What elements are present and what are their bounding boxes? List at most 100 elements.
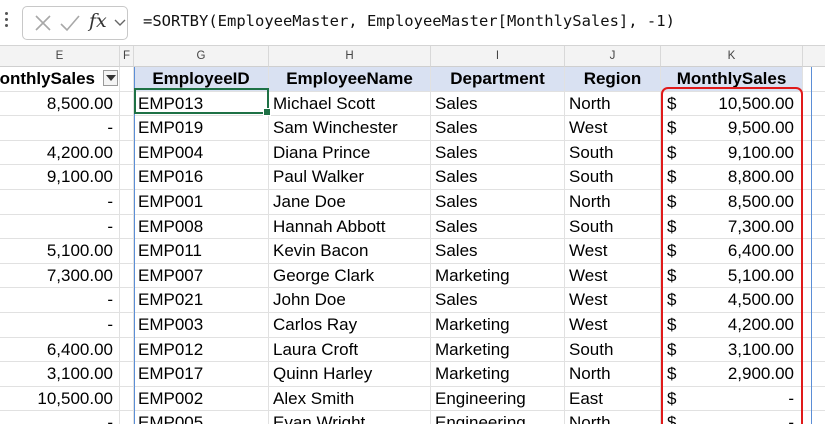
empty-cell[interactable] (803, 411, 825, 424)
employee-id-cell[interactable]: EMP008 (134, 214, 269, 240)
empty-cell[interactable] (120, 91, 134, 117)
employee-id-cell[interactable]: EMP011 (134, 239, 269, 264)
column-header-f[interactable]: F (120, 46, 134, 67)
left-sales-cell[interactable]: - (0, 411, 120, 424)
monthly-sales-cell[interactable]: $4,200.00 (661, 313, 803, 338)
employee-id-cell[interactable]: EMP007 (134, 263, 269, 289)
monthlysales-filter-header[interactable]: MonthlySales (0, 67, 120, 92)
employee-name-cell[interactable]: Jane Doe (269, 190, 431, 215)
employee-name-cell[interactable]: Quinn Harley (269, 362, 431, 387)
left-sales-cell[interactable]: 6,400.00 (0, 337, 120, 363)
employee-name-cell[interactable]: Laura Croft (269, 337, 431, 363)
column-header-h[interactable]: H (269, 46, 431, 67)
department-cell[interactable]: Sales (431, 239, 565, 264)
left-sales-cell[interactable]: 5,100.00 (0, 239, 120, 264)
empty-cell[interactable] (803, 264, 825, 289)
empty-cell[interactable] (803, 288, 825, 313)
header-employeename[interactable]: EmployeeName (269, 67, 431, 92)
employee-id-cell[interactable]: EMP005 (134, 411, 269, 424)
empty-cell[interactable] (803, 165, 825, 190)
monthly-sales-cell[interactable]: $2,900.00 (661, 362, 803, 387)
employee-id-cell[interactable]: EMP004 (134, 140, 269, 166)
check-icon[interactable] (59, 13, 81, 33)
cancel-icon[interactable] (33, 13, 53, 33)
empty-cell[interactable] (803, 313, 825, 338)
column-header-e[interactable]: E (0, 46, 120, 67)
column-header-k[interactable]: K (661, 46, 803, 67)
left-sales-cell[interactable]: 9,100.00 (0, 165, 120, 190)
empty-cell[interactable] (120, 116, 134, 141)
empty-cell[interactable] (803, 387, 825, 412)
monthly-sales-cell[interactable]: $8,800.00 (661, 165, 803, 190)
empty-cell[interactable] (803, 92, 825, 117)
department-cell[interactable]: Sales (431, 140, 565, 166)
employee-name-cell[interactable]: Kevin Bacon (269, 239, 431, 264)
more-options-icon[interactable] (5, 12, 9, 32)
employee-id-cell[interactable]: EMP002 (134, 386, 269, 412)
employee-name-cell[interactable]: John Doe (269, 288, 431, 313)
left-sales-cell[interactable]: - (0, 313, 120, 338)
employee-id-cell[interactable]: EMP001 (134, 190, 269, 215)
left-sales-cell[interactable]: 7,300.00 (0, 263, 120, 289)
region-cell[interactable]: West (565, 116, 661, 141)
employee-name-cell[interactable]: George Clark (269, 263, 431, 289)
left-sales-cell[interactable]: - (0, 190, 120, 215)
left-sales-cell[interactable]: 3,100.00 (0, 362, 120, 387)
monthly-sales-cell[interactable]: $ - (661, 386, 803, 412)
department-cell[interactable]: Marketing (431, 263, 565, 289)
employee-name-cell[interactable]: Sam Winchester (269, 116, 431, 141)
empty-cell[interactable] (120, 337, 134, 363)
left-sales-cell[interactable]: 4,200.00 (0, 140, 120, 166)
empty-cell[interactable] (120, 140, 134, 166)
monthly-sales-cell[interactable]: $8,500.00 (661, 190, 803, 215)
employee-id-cell[interactable]: EMP003 (134, 313, 269, 338)
column-header-j[interactable]: J (565, 46, 661, 67)
header-region[interactable]: Region (565, 67, 661, 92)
empty-cell[interactable] (803, 338, 825, 363)
left-sales-cell[interactable]: - (0, 116, 120, 141)
employee-name-cell[interactable]: Paul Walker (269, 165, 431, 190)
empty-cell[interactable] (120, 165, 134, 190)
monthly-sales-cell[interactable]: $9,500.00 (661, 116, 803, 141)
chevron-down-icon[interactable] (114, 17, 126, 29)
left-sales-cell[interactable]: 8,500.00 (0, 91, 120, 117)
employee-id-cell[interactable]: EMP021 (134, 288, 269, 313)
department-cell[interactable]: Sales (431, 91, 565, 117)
empty-cell[interactable] (803, 362, 825, 387)
empty-cell[interactable] (120, 386, 134, 412)
region-cell[interactable]: West (565, 263, 661, 289)
empty-cell[interactable] (120, 190, 134, 215)
monthly-sales-cell[interactable]: $3,100.00 (661, 337, 803, 363)
employee-id-cell[interactable]: EMP016 (134, 165, 269, 190)
employee-name-cell[interactable]: Diana Prince (269, 140, 431, 166)
region-cell[interactable]: West (565, 239, 661, 264)
left-sales-cell[interactable]: - (0, 214, 120, 240)
empty-cell[interactable] (120, 263, 134, 289)
department-cell[interactable]: Sales (431, 190, 565, 215)
employee-name-cell[interactable]: Michael Scott (269, 91, 431, 117)
monthly-sales-cell[interactable]: $7,300.00 (661, 214, 803, 240)
region-cell[interactable]: West (565, 313, 661, 338)
region-cell[interactable]: South (565, 140, 661, 166)
formula-input[interactable]: =SORTBY(EmployeeMaster, EmployeeMaster[M… (143, 12, 675, 30)
department-cell[interactable]: Marketing (431, 362, 565, 387)
empty-cell[interactable] (803, 141, 825, 166)
region-cell[interactable]: South (565, 165, 661, 190)
department-cell[interactable]: Marketing (431, 313, 565, 338)
empty-cell[interactable] (120, 411, 134, 424)
column-header-l[interactable] (803, 46, 825, 67)
empty-cell[interactable] (803, 67, 825, 92)
empty-cell[interactable] (803, 215, 825, 240)
insert-function-icon[interactable]: fx (89, 10, 107, 32)
empty-cell[interactable] (120, 214, 134, 240)
department-cell[interactable]: Engineering (431, 386, 565, 412)
region-cell[interactable]: North (565, 91, 661, 117)
empty-cell[interactable] (120, 362, 134, 387)
department-cell[interactable]: Sales (431, 116, 565, 141)
column-header-i[interactable]: I (431, 46, 565, 67)
employee-id-cell[interactable]: EMP012 (134, 337, 269, 363)
empty-cell[interactable] (803, 190, 825, 215)
column-header-g[interactable]: G (134, 46, 269, 67)
employee-id-cell[interactable]: EMP019 (134, 116, 269, 141)
header-department[interactable]: Department (431, 67, 565, 92)
